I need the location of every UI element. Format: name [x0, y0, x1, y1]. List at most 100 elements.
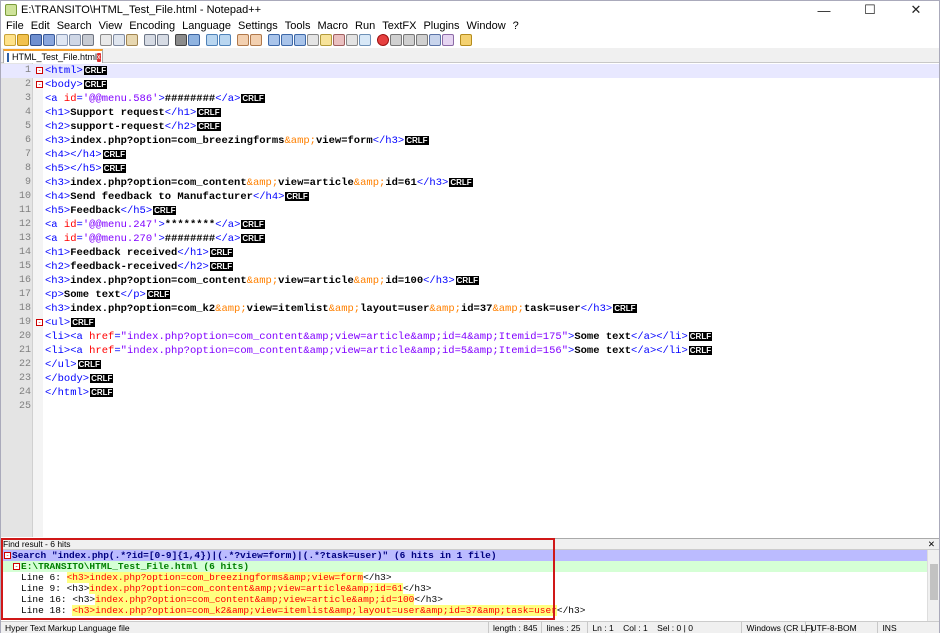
language-icon[interactable]	[307, 34, 319, 46]
code-line[interactable]: 18 <h3>index.php?option=com_k2&amp;view=i…	[1, 302, 939, 316]
menu-tools[interactable]: Tools	[283, 20, 316, 32]
stop-macro-icon[interactable]	[390, 34, 402, 46]
menu-encoding[interactable]: Encoding	[127, 20, 180, 32]
close-icon[interactable]: ✕	[893, 1, 939, 19]
monitoring-icon[interactable]	[359, 34, 371, 46]
code-line[interactable]: 15 <h2>feedback-received</h2> CRLF	[1, 260, 939, 274]
menu-view[interactable]: View	[97, 20, 128, 32]
find-result-header: Find result - 6 hits ✕	[1, 539, 939, 550]
tab-close-icon[interactable]: x	[97, 52, 101, 62]
tab-label: HTML_Test_File.html	[12, 52, 98, 62]
hit-row[interactable]: Line 16: <h3>index.php?option=com_conten…	[1, 594, 939, 605]
code-line[interactable]: 4 <h1>Support request</h1> CRLF	[1, 106, 939, 120]
play-macro-icon[interactable]	[403, 34, 415, 46]
replace-icon[interactable]	[188, 34, 200, 46]
code-line[interactable]: 1 <html> CRLF	[1, 64, 939, 78]
zoom-out-icon[interactable]	[219, 34, 231, 46]
new-file-icon[interactable]	[4, 34, 16, 46]
code-line[interactable]: 3 <a id='@@menu.586'>########</a> CRLF	[1, 92, 939, 106]
code-line[interactable]: 2 <body> CRLF	[1, 78, 939, 92]
zoom-in-icon[interactable]	[206, 34, 218, 46]
hit-row[interactable]: Line 6: <h3>index.php?option=com_breezin…	[1, 572, 939, 583]
print-icon[interactable]	[82, 34, 94, 46]
file-result-row[interactable]: E:\TRANSITO\HTML_Test_File.html (6 hits)	[1, 561, 939, 572]
code-line[interactable]: 21 <li><a href="index.php?option=com_cont…	[1, 344, 939, 358]
code-line[interactable]: 23 </body> CRLF	[1, 372, 939, 386]
code-line[interactable]: 9 <h3>index.php?option=com_content&amp;vi…	[1, 176, 939, 190]
code-line[interactable]: 22 </ul> CRLF	[1, 358, 939, 372]
run-macro-multiple-icon[interactable]	[416, 34, 428, 46]
code-line[interactable]: 12 <a id='@@menu.247'>********</a> CRLF	[1, 218, 939, 232]
hit-row[interactable]: Line 18: <h3>index.php?option=com_k2&amp…	[1, 605, 939, 616]
close-file-icon[interactable]	[56, 34, 68, 46]
find-result-scrollbar[interactable]	[927, 550, 939, 621]
fold-file-icon[interactable]: -	[13, 563, 20, 570]
menu-settings[interactable]: Settings	[236, 20, 283, 32]
menu-language[interactable]: Language	[180, 20, 236, 32]
status-encoding: UTF-8-BOM	[806, 622, 879, 633]
menu-edit[interactable]: Edit	[29, 20, 55, 32]
find-icon[interactable]	[175, 34, 187, 46]
plugin-manager-icon[interactable]	[460, 34, 472, 46]
indent-guide-icon[interactable]	[294, 34, 306, 46]
menu-textfx[interactable]: TextFX	[380, 20, 421, 32]
find-result-list[interactable]: Search "index.php(.*?id=[0-9]{1,4})|(.*?…	[1, 550, 939, 621]
code-line[interactable]: 6 <h3>index.php?option=com_breezingforms&…	[1, 134, 939, 148]
find-result-panel: Find result - 6 hits ✕ Search "index.php…	[1, 538, 939, 621]
save-macro-icon[interactable]	[429, 34, 441, 46]
code-line[interactable]: 13 <a id='@@menu.270'>########</a> CRLF	[1, 232, 939, 246]
menu-help[interactable]: ?	[511, 20, 524, 32]
undo-icon[interactable]	[144, 34, 156, 46]
scrollbar-thumb[interactable]	[930, 564, 938, 600]
code-line[interactable]: 25	[1, 400, 939, 414]
redo-icon[interactable]	[157, 34, 169, 46]
menu-search[interactable]: Search	[55, 20, 97, 32]
menu-window[interactable]: Window	[465, 20, 511, 32]
code-line[interactable]: 16 <h3>index.php?option=com_content&amp;v…	[1, 274, 939, 288]
plugin-icon[interactable]	[442, 34, 454, 46]
copy-icon[interactable]	[113, 34, 125, 46]
sync-horizontal-icon[interactable]	[250, 34, 262, 46]
editor[interactable]: 1 <html> CRLF 2 <body> CRLF 3 <a id='@@menu.5…	[1, 63, 939, 537]
code-line[interactable]: 11 <h5>Feedback</h5> CRLF	[1, 204, 939, 218]
open-file-icon[interactable]	[17, 34, 29, 46]
code-line[interactable]: 19 <ul> CRLF	[1, 316, 939, 330]
word-wrap-icon[interactable]	[268, 34, 280, 46]
menu-file[interactable]: File	[4, 20, 29, 32]
paste-icon[interactable]	[126, 34, 138, 46]
find-result-close-icon[interactable]: ✕	[928, 539, 935, 549]
fold-body-icon[interactable]: -	[36, 81, 43, 88]
maximize-icon[interactable]: ☐	[847, 1, 893, 19]
fold-search-icon[interactable]: -	[4, 552, 11, 559]
code-line[interactable]: 17 <p>Some text</p> CRLF	[1, 288, 939, 302]
sync-vertical-icon[interactable]	[237, 34, 249, 46]
cut-icon[interactable]	[100, 34, 112, 46]
function-list-icon[interactable]	[333, 34, 345, 46]
minimize-icon[interactable]: —	[801, 1, 847, 19]
search-summary-row[interactable]: Search "index.php(.*?id=[0-9]{1,4})|(.*?…	[1, 550, 939, 561]
menu-macro[interactable]: Macro	[315, 20, 353, 32]
save-icon[interactable]	[30, 34, 42, 46]
show-all-chars-icon[interactable]	[281, 34, 293, 46]
tab-html-test-file[interactable]: HTML_Test_File.html x	[3, 49, 103, 63]
menu-run[interactable]: Run	[353, 20, 380, 32]
window-title: E:\TRANSITO\HTML_Test_File.html - Notepa…	[21, 4, 262, 16]
code-line[interactable]: 7 <h4></h4> CRLF	[1, 148, 939, 162]
status-position: Ln : 1 Col : 1 Sel : 0 | 0	[588, 622, 743, 633]
save-all-icon[interactable]	[43, 34, 55, 46]
code-line[interactable]: 14 <h1>Feedback received</h1> CRLF	[1, 246, 939, 260]
fold-html-icon[interactable]: -	[36, 67, 43, 74]
code-line[interactable]: 8 <h5></h5> CRLF	[1, 162, 939, 176]
close-all-icon[interactable]	[69, 34, 81, 46]
doc-map-icon[interactable]	[320, 34, 332, 46]
record-macro-icon[interactable]	[377, 34, 389, 46]
fold-ul-icon[interactable]: -	[36, 319, 43, 326]
hit-row[interactable]: Line 9: <h3>index.php?option=com_content…	[1, 583, 939, 594]
code-line[interactable]: 10 <h4>Send feedback to Manufacturer</h4>…	[1, 190, 939, 204]
folder-workspace-icon[interactable]	[346, 34, 358, 46]
code-line[interactable]: 20 <li><a href="index.php?option=com_cont…	[1, 330, 939, 344]
toolbar	[1, 33, 939, 47]
code-line[interactable]: 24 </html> CRLF	[1, 386, 939, 400]
code-line[interactable]: 5 <h2>support-request</h2> CRLF	[1, 120, 939, 134]
menu-plugins[interactable]: Plugins	[421, 20, 464, 32]
